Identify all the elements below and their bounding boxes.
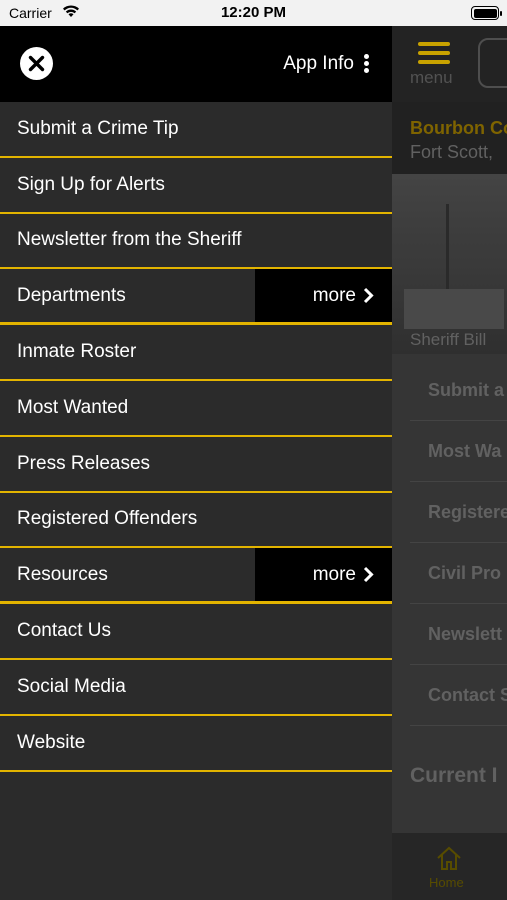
menu-item-label: Inmate Roster — [17, 341, 137, 363]
chevron-right-icon — [363, 567, 374, 583]
menu-item-registered-offenders[interactable]: Registered Offenders — [0, 493, 392, 549]
menu-item-resources[interactable]: Resources more — [0, 548, 392, 605]
menu-item-label: Departments — [17, 284, 126, 306]
side-drawer: App Info Submit a Crime Tip Sign Up for … — [0, 26, 392, 900]
menu-item-label: Social Media — [17, 675, 126, 697]
status-time: 12:20 PM — [220, 4, 287, 21]
resources-more-button[interactable]: more — [255, 548, 392, 602]
departments-more-button[interactable]: more — [255, 269, 392, 323]
more-label: more — [312, 563, 356, 585]
menu-item-press-releases[interactable]: Press Releases — [0, 437, 392, 493]
status-bar: Carrier 12:20 PM — [0, 0, 507, 26]
menu-item-departments[interactable]: Departments more — [0, 269, 392, 326]
dim-overlay[interactable] — [392, 26, 507, 900]
chevron-right-icon — [363, 288, 374, 304]
close-button[interactable] — [20, 47, 53, 80]
menu-item-label: Press Releases — [17, 452, 151, 474]
menu-item-website[interactable]: Website — [0, 716, 392, 772]
close-icon — [28, 55, 45, 72]
more-label: more — [312, 284, 356, 306]
menu-item-submit-crime-tip[interactable]: Submit a Crime Tip — [0, 102, 392, 158]
app-info-button[interactable]: App Info — [283, 52, 370, 75]
drawer-header: App Info — [0, 26, 392, 102]
menu-item-label: Submit a Crime Tip — [17, 117, 179, 139]
menu-item-most-wanted[interactable]: Most Wanted — [0, 381, 392, 437]
menu-item-contact-us[interactable]: Contact Us — [0, 604, 392, 660]
menu-item-newsletter[interactable]: Newsletter from the Sheriff — [0, 214, 392, 270]
drawer-menu: Submit a Crime Tip Sign Up for Alerts Ne… — [0, 102, 392, 772]
app-info-label: App Info — [283, 52, 354, 74]
more-vertical-icon — [364, 52, 370, 75]
menu-item-label: Most Wanted — [17, 396, 129, 418]
menu-item-sign-up-alerts[interactable]: Sign Up for Alerts — [0, 158, 392, 214]
background-app: menu Bourbon Co Fort Scott, Sheriff Bill… — [392, 26, 507, 900]
menu-item-label: Sign Up for Alerts — [17, 173, 165, 195]
battery-icon — [471, 6, 502, 20]
menu-item-label: Contact Us — [17, 620, 111, 642]
menu-item-inmate-roster[interactable]: Inmate Roster — [0, 325, 392, 381]
menu-item-social-media[interactable]: Social Media — [0, 660, 392, 716]
menu-item-label: Website — [17, 731, 86, 753]
menu-item-label: Newsletter from the Sheriff — [17, 229, 242, 251]
menu-item-label: Resources — [17, 563, 108, 585]
menu-item-label: Registered Offenders — [17, 508, 198, 530]
